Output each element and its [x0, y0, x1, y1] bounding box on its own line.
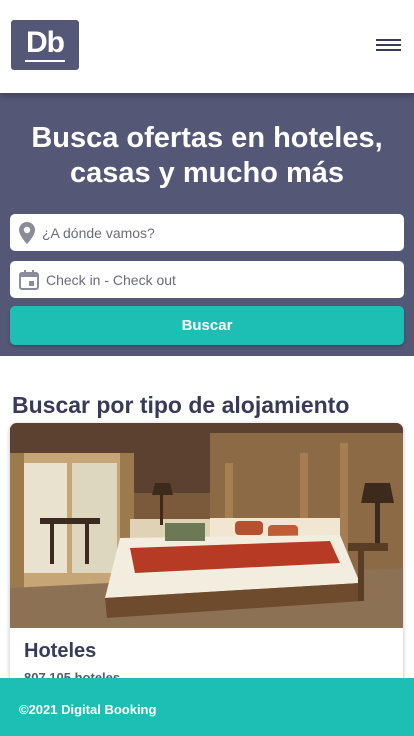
- menu-line: [376, 39, 401, 41]
- hamburger-menu-icon[interactable]: [376, 39, 401, 52]
- hotel-room-image: [10, 423, 403, 628]
- logo-text: Db: [26, 26, 65, 59]
- section-title: Buscar por tipo de alojamiento: [12, 392, 350, 418]
- dates-input[interactable]: [46, 264, 366, 295]
- copyright-text: ©2021 Digital Booking: [19, 702, 157, 717]
- location-pin-icon: [19, 221, 35, 244]
- search-hero: Busca ofertas en hoteles, casas y mucho …: [0, 93, 414, 356]
- calendar-icon: [19, 269, 39, 290]
- hero-title: Busca ofertas en hoteles, casas y mucho …: [31, 122, 383, 189]
- menu-line: [376, 44, 401, 46]
- card-title: Hoteles: [24, 640, 97, 662]
- logo-underline: [25, 60, 65, 62]
- destination-field[interactable]: [10, 214, 404, 251]
- site-header: Db: [0, 0, 414, 93]
- destination-input[interactable]: [42, 217, 362, 248]
- logo[interactable]: Db: [11, 20, 79, 70]
- menu-line: [376, 49, 401, 51]
- site-footer: ©2021 Digital Booking: [0, 678, 414, 736]
- search-button[interactable]: Buscar: [10, 306, 404, 345]
- dates-field[interactable]: [10, 261, 404, 298]
